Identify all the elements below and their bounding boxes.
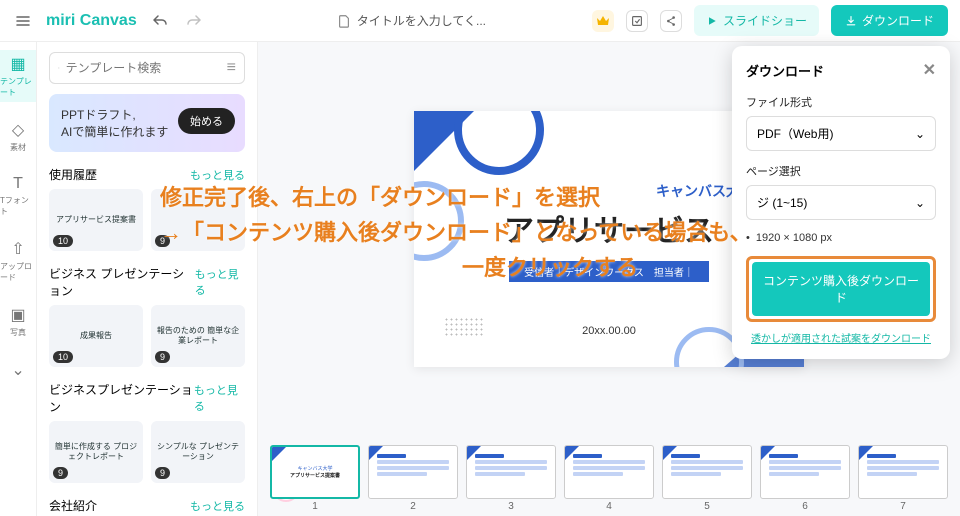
dl-page-label: ページ選択 [746,163,936,179]
file-icon [337,14,351,28]
chevron-down-icon: ⌄ [915,127,925,141]
search-input[interactable] [66,61,221,75]
filmstrip: キャンバス大学アプリサービス提案書1234567 [258,436,960,516]
undo-icon[interactable] [149,10,171,32]
template-panel: ≡ PPTドラフト, AIで簡単に作れます 始める 使用履歴もっと見るアプリサー… [37,42,258,516]
rail-templates[interactable]: ▦テンプレート [0,50,36,102]
template-thumb[interactable]: シンプルな プレゼンテーション9 [151,421,245,483]
download-button[interactable]: ダウンロード [831,5,948,36]
dl-file-select[interactable]: PDF（Web用) ⌄ [746,116,936,151]
template-thumb[interactable]: 成果報告10 [49,305,143,367]
section-title: 会社紹介 [49,497,97,514]
film-thumb[interactable]: 3 [466,445,556,512]
redo-icon[interactable] [183,10,205,32]
dl-file-label: ファイル形式 [746,94,936,110]
film-thumb[interactable]: 7 [858,445,948,512]
slideshow-button[interactable]: スライドショー [694,5,819,36]
section-title: 使用履歴 [49,166,97,183]
side-rail: ▦テンプレート ◇素材 TTフォント ⇧アップロード ▣写真 ⌄ [0,42,37,516]
filter-icon[interactable]: ≡ [227,59,236,77]
search-icon [58,61,60,75]
film-thumb[interactable]: 6 [760,445,850,512]
slide-sub: 受信者｜デザインワークス 担当者｜ [509,261,709,282]
save-icon[interactable] [626,10,648,32]
close-icon[interactable]: ✕ [923,60,936,80]
menu-icon[interactable] [12,10,34,32]
promo-start-button[interactable]: 始める [178,108,235,134]
template-thumb[interactable]: 9 [151,189,245,251]
premium-icon[interactable] [592,10,614,32]
section-more[interactable]: もっと見る [190,498,245,514]
rail-photo[interactable]: ▣写真 [0,301,36,342]
film-thumb[interactable]: 5 [662,445,752,512]
promo-banner[interactable]: PPTドラフト, AIで簡単に作れます 始める [49,94,245,152]
download-panel: ダウンロード ✕ ファイル形式 PDF（Web用) ⌄ ページ選択 ジ (1~1… [732,46,950,359]
rail-font[interactable]: TTフォント [0,171,36,221]
dl-title: ダウンロード [746,61,824,80]
rail-more[interactable]: ⌄ [0,356,36,384]
section-more[interactable]: もっと見る [194,382,245,414]
dl-page-select[interactable]: ジ (1~15) ⌄ [746,185,936,220]
film-thumb[interactable]: 2 [368,445,458,512]
rail-upload[interactable]: ⇧アップロード [0,235,36,287]
dl-size: 1920 × 1080 px [746,232,936,244]
title-input[interactable]: タイトルを入力してく... [357,12,486,29]
template-thumb[interactable]: 簡単に作成する プロジェクトレポート9 [49,421,143,483]
chevron-down-icon: ⌄ [915,196,925,210]
dl-purchase-button[interactable]: コンテンツ購入後ダウンロード [752,262,930,316]
section-more[interactable]: もっと見る [195,266,245,298]
section-title: ビジネスプレゼンテーション [49,381,194,415]
share-icon[interactable] [660,10,682,32]
section-title: ビジネス プレゼンテーション [49,265,195,299]
template-thumb[interactable]: 報告のための 簡単な企業レポート9 [151,305,245,367]
logo: miri Canvas [46,12,137,30]
rail-elements[interactable]: ◇素材 [0,116,36,157]
film-thumb[interactable]: 4 [564,445,654,512]
dl-watermark-link[interactable]: 透かしが適用された試案をダウンロード [746,330,936,345]
template-thumb[interactable]: アプリサービス提案書10 [49,189,143,251]
search-box[interactable]: ≡ [49,52,245,84]
section-more[interactable]: もっと見る [190,167,245,183]
